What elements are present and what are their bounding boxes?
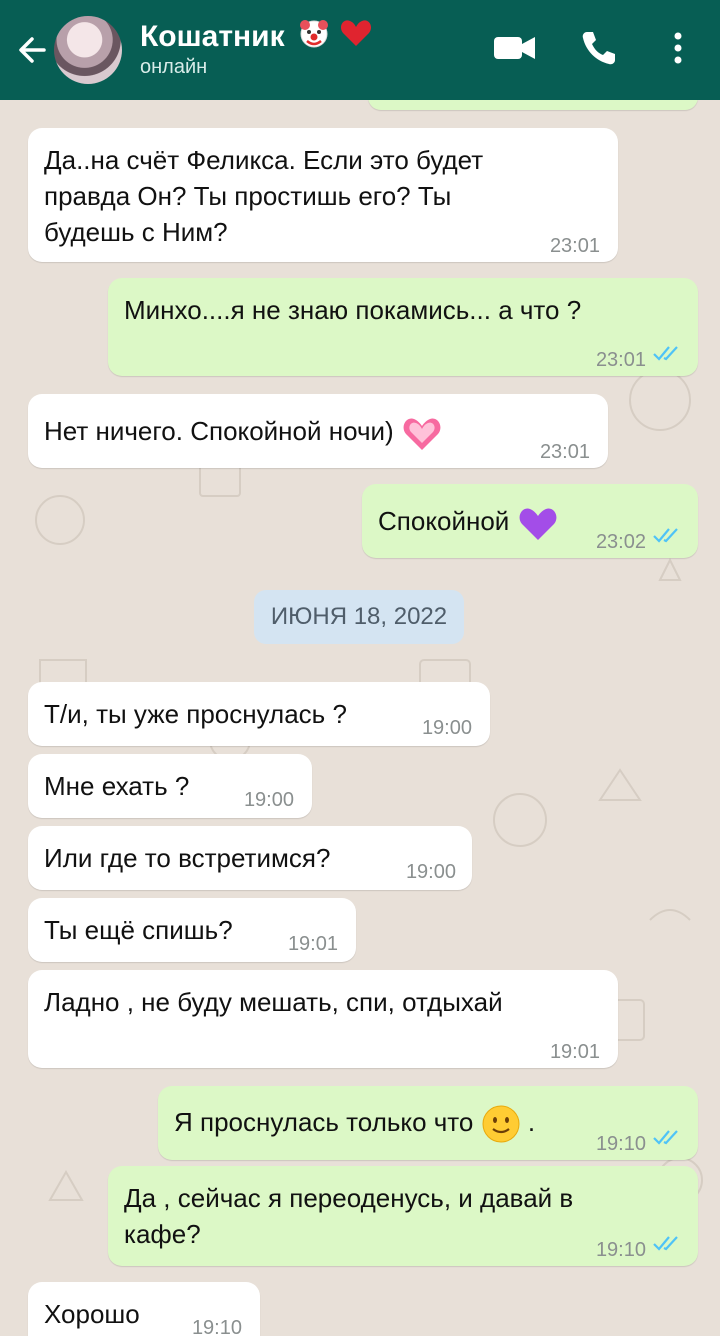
message-incoming[interactable]: Или где то встретимся? 19:00 — [28, 826, 472, 890]
message-time: 23:01 — [549, 235, 600, 257]
message-outgoing[interactable]: Спокойной 23:02 — [362, 484, 698, 558]
message-incoming[interactable]: Да..на счёт Феликса. Если это будет прав… — [28, 128, 618, 262]
phone-icon[interactable] — [578, 28, 618, 68]
message-text: Нет ничего. Спокойной ночи) — [44, 415, 394, 446]
message-time: 19:10 — [191, 1317, 242, 1336]
message-text: Или где то встретимся? — [44, 843, 331, 873]
message-incoming[interactable]: Т/и, ты уже проснулась ? 19:00 — [28, 682, 490, 746]
message-outgoing[interactable]: Минхо....я не знаю покамись... а что ? 2… — [108, 278, 698, 376]
message-text-row: Я проснулась только что . — [174, 1104, 535, 1144]
message-outgoing[interactable]: Я проснулась только что . 19:10 — [158, 1086, 698, 1160]
contact-name: Кошатник — [140, 20, 285, 53]
back-arrow-icon[interactable] — [14, 30, 50, 70]
message-text-line: кафе? — [124, 1219, 201, 1249]
message-time: 19:10 — [595, 1133, 646, 1155]
online-status: онлайн — [140, 56, 208, 78]
message-text: Мне ехать ? — [44, 771, 190, 801]
chat-area[interactable]: Да..на счёт Феликса. Если это будет прав… — [0, 100, 720, 1336]
date-separator: ИЮНЯ 18, 2022 — [254, 590, 464, 644]
message-time: 19:00 — [243, 789, 294, 811]
message-time: 23:01 — [595, 349, 646, 371]
message-text-line: будешь с Ним? — [44, 217, 228, 247]
avatar[interactable] — [54, 16, 122, 84]
message-time: 23:01 — [539, 441, 590, 463]
message-outgoing[interactable]: Да , сейчас я переоденусь, и давай в каф… — [108, 1166, 698, 1266]
message-text-line: Да..на счёт Феликса. Если это будет — [44, 145, 484, 175]
message-time: 19:10 — [595, 1239, 646, 1261]
message-incoming[interactable]: Ты ещё спишь? 19:01 — [28, 898, 356, 962]
message-partial-outgoing[interactable] — [368, 100, 698, 110]
message-incoming[interactable]: Ладно , не буду мешать, спи, отдыхай 19:… — [28, 970, 618, 1068]
message-time: 19:00 — [421, 717, 472, 739]
message-time: 19:00 — [405, 861, 456, 883]
message-text: Спокойной — [378, 505, 510, 536]
message-text: Минхо....я не знаю покамись... а что ? — [124, 295, 582, 325]
slightly-smiling-face-icon — [482, 1105, 520, 1143]
more-options-icon[interactable] — [668, 28, 688, 68]
message-time: 19:01 — [287, 933, 338, 955]
message-text-line: правда Он? Ты простишь его? Ты — [44, 181, 452, 211]
double-check-icon — [653, 528, 678, 543]
message-incoming[interactable]: Хорошо 19:10 — [28, 1282, 260, 1336]
message-text-row: Нет ничего. Спокойной ночи) — [44, 412, 443, 454]
double-check-icon — [653, 346, 678, 361]
clown-face-icon — [299, 20, 328, 48]
message-text: Хорошо — [44, 1299, 140, 1329]
message-text-row: Спокойной — [378, 502, 559, 544]
double-check-icon — [653, 1130, 678, 1145]
message-suffix: . — [527, 1107, 536, 1137]
message-text: Т/и, ты уже проснулась ? — [44, 699, 347, 729]
message-time: 19:01 — [549, 1041, 600, 1063]
message-time: 23:02 — [595, 531, 646, 553]
contact-name-row[interactable]: Кошатник — [140, 16, 373, 54]
purple-heart-icon — [519, 508, 556, 540]
sparkling-heart-icon — [403, 418, 441, 450]
message-text: Я проснулась только что — [174, 1107, 474, 1137]
chat-header: Кошатник онлайн — [0, 0, 720, 100]
message-text: Ладно , не буду мешать, спи, отдыхай — [44, 987, 503, 1017]
double-check-icon — [653, 1236, 678, 1251]
message-text-line: Да , сейчас я переоденусь, и давай в — [124, 1183, 574, 1213]
video-call-icon[interactable] — [492, 28, 538, 68]
red-heart-icon — [341, 20, 372, 46]
message-incoming[interactable]: Мне ехать ? 19:00 — [28, 754, 312, 818]
message-text: Ты ещё спишь? — [44, 915, 233, 945]
message-incoming[interactable]: Нет ничего. Спокойной ночи) 23:01 — [28, 394, 608, 468]
